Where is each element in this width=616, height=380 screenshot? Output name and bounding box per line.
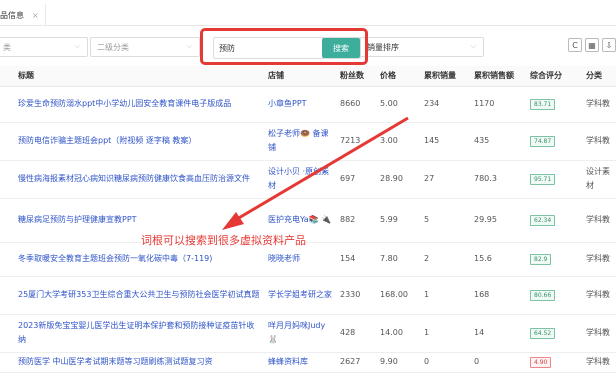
second-category-select[interactable]: 二级分类 ⌵ [90, 37, 200, 57]
first-category-value: 类 [3, 42, 11, 52]
tab-product-info[interactable]: 品信息 × [0, 4, 46, 26]
revenue: 168 [470, 276, 526, 315]
category: 学科教 [582, 276, 616, 315]
checkbox-column-header [0, 66, 14, 87]
chevron-down-icon: ⌵ [470, 42, 476, 50]
table-row[interactable]: 糖尿病足预防与护理健康宣教PPT 医护充电Ya📚 🔌 882 5.99 5 29… [0, 198, 616, 243]
revenue: 0 [470, 352, 526, 373]
fans-count: 2330 [336, 276, 376, 315]
category: 学科教 [582, 314, 616, 353]
category: 设计素材 [582, 160, 616, 199]
table-row[interactable]: 预防医学 中山医学考试期末题等习题刷练测试题复习资 蜂蜂资料库 2627 9.9… [0, 352, 616, 373]
price: 7.80 [376, 242, 420, 277]
column-header-rating[interactable]: 综合评分 [526, 66, 582, 87]
shop-link[interactable]: 松子老师🍩 备课铺 [264, 122, 336, 161]
product-title-link[interactable]: 预防电信诈骗主题班会ppt（附视频 逐字稿 教案） [14, 122, 264, 161]
chevron-down-icon: ⌵ [74, 42, 80, 50]
close-icon[interactable]: × [32, 11, 39, 20]
sales-count: 5 [420, 198, 470, 243]
sales-count: 1 [420, 276, 470, 315]
category: 学科教 [582, 122, 616, 161]
product-title-link[interactable]: 珍爱生命预防溺水ppt中小学幼儿园安全教育课件电子版成品 [14, 86, 264, 123]
price: 14.00 [376, 314, 420, 353]
table-row[interactable]: 25厦门大学考研353卫生综合重大公共卫生与预防社会医学初试真题 学长学姐考研之… [0, 276, 616, 315]
column-header-category[interactable]: 分类 [582, 66, 616, 87]
column-header-shop[interactable]: 店铺 [264, 66, 336, 87]
rating-badge: 95.71 [530, 174, 556, 185]
fans-count: 154 [336, 242, 376, 277]
second-category-placeholder: 二级分类 [97, 42, 129, 52]
fans-count: 882 [336, 198, 376, 243]
rating-badge: 82.9 [530, 254, 552, 265]
product-title-link[interactable]: 慢性病海报素材冠心病知识糖尿病预防健康饮食高血压防治源文件 [14, 160, 264, 199]
sales-count: 1 [420, 314, 470, 353]
revenue: 29.95 [470, 198, 526, 243]
revenue: 780.3 [470, 160, 526, 199]
product-title-link[interactable]: 25厦门大学考研353卫生综合重大公共卫生与预防社会医学初试真题 [14, 276, 264, 315]
product-title-link[interactable]: 2023新版免宝宝婴儿医学出生证明本保护套和预防接种证疫苗针收纳 [14, 314, 264, 353]
rating-badge: 4.90 [530, 357, 552, 368]
product-table: 标题 店铺 粉丝数 价格 累积销量 累积销售额 综合评分 分类 珍爱生命预防溺水… [0, 66, 616, 373]
price: 5.99 [376, 198, 420, 243]
rating-badge: 62.34 [530, 215, 556, 226]
shop-link[interactable]: 学长学姐考研之家 [264, 276, 336, 315]
rating-badge: 64.52 [530, 328, 556, 339]
rating-badge: 83.71 [530, 99, 556, 110]
shop-link[interactable]: 设计小贝 ·原创素材 [264, 160, 336, 199]
sales-count: 145 [420, 122, 470, 161]
column-header-revenue[interactable]: 累积销售额 [470, 66, 526, 87]
product-title-link[interactable]: 预防医学 中山医学考试期末题等习题刷练测试题复习资 [14, 352, 264, 373]
columns-icon[interactable]: ▦ [585, 38, 599, 52]
shop-link[interactable]: 小章鱼PPT [264, 86, 336, 123]
fans-count: 697 [336, 160, 376, 199]
revenue: 15.6 [470, 242, 526, 277]
annotation-text: 词根可以搜索到很多虚拟资料产品 [141, 232, 306, 248]
price: 9.90 [376, 352, 420, 373]
category: 学科教 [582, 352, 616, 373]
fans-count: 428 [336, 314, 376, 353]
fans-count: 2627 [336, 352, 376, 373]
price: 168.00 [376, 276, 420, 315]
chevron-down-icon: ⌵ [186, 42, 192, 50]
shop-link[interactable]: 蜂蜂资料库 [264, 352, 336, 373]
table-row[interactable]: 慢性病海报素材冠心病知识糖尿病预防健康饮食高血压防治源文件 设计小贝 ·原创素材… [0, 160, 616, 199]
sales-count: 2 [420, 242, 470, 277]
column-header-price[interactable]: 价格 [376, 66, 420, 87]
export-icon[interactable]: ⇩ [602, 38, 616, 52]
table-row[interactable]: 冬季取暖安全教育主题班会预防一氧化碳中毒（7-119) 晓晓老师 154 7.8… [0, 242, 616, 277]
table-row[interactable]: 2023新版免宝宝婴儿医学出生证明本保护套和预防接种证疫苗针收纳 咩月月妈咪Ju… [0, 314, 616, 353]
sales-count: 234 [420, 86, 470, 123]
price: 5.00 [376, 86, 420, 123]
column-header-fans[interactable]: 粉丝数 [336, 66, 376, 87]
table-row[interactable]: 珍爱生命预防溺水ppt中小学幼儿园安全教育课件电子版成品 小章鱼PPT 8660… [0, 86, 616, 123]
shop-link[interactable]: 咩月月妈咪Judy 🐰 [264, 314, 336, 353]
category: 学科教 [582, 86, 616, 123]
first-category-select[interactable]: 类 ⌵ [0, 37, 88, 57]
rating-badge: 74.87 [530, 136, 556, 147]
price: 3.00 [376, 122, 420, 161]
table-header: 标题 店铺 粉丝数 价格 累积销量 累积销售额 综合评分 分类 [0, 66, 616, 87]
fans-count: 8660 [336, 86, 376, 123]
refresh-icon[interactable]: C [568, 38, 582, 52]
rating-badge: 80.66 [530, 290, 556, 301]
tab-bar: 品信息 × [0, 0, 616, 26]
column-header-title[interactable]: 标题 [14, 66, 264, 87]
category: 学科教 [582, 198, 616, 243]
sort-select[interactable]: 销量排序 ⌵ [360, 37, 484, 57]
column-header-sales[interactable]: 累积销量 [420, 66, 470, 87]
sort-value: 销量排序 [367, 42, 399, 52]
price: 28.90 [376, 160, 420, 199]
sales-count: 0 [420, 352, 470, 373]
sales-count: 27 [420, 160, 470, 199]
revenue: 1170 [470, 86, 526, 123]
tab-label: 品信息 [0, 10, 24, 20]
table-row[interactable]: 预防电信诈骗主题班会ppt（附视频 逐字稿 教案） 松子老师🍩 备课铺 7213… [0, 122, 616, 161]
category: 学科教 [582, 242, 616, 277]
highlight-box [200, 28, 368, 65]
revenue: 435 [470, 122, 526, 161]
revenue: 14 [470, 314, 526, 353]
fans-count: 7213 [336, 122, 376, 161]
